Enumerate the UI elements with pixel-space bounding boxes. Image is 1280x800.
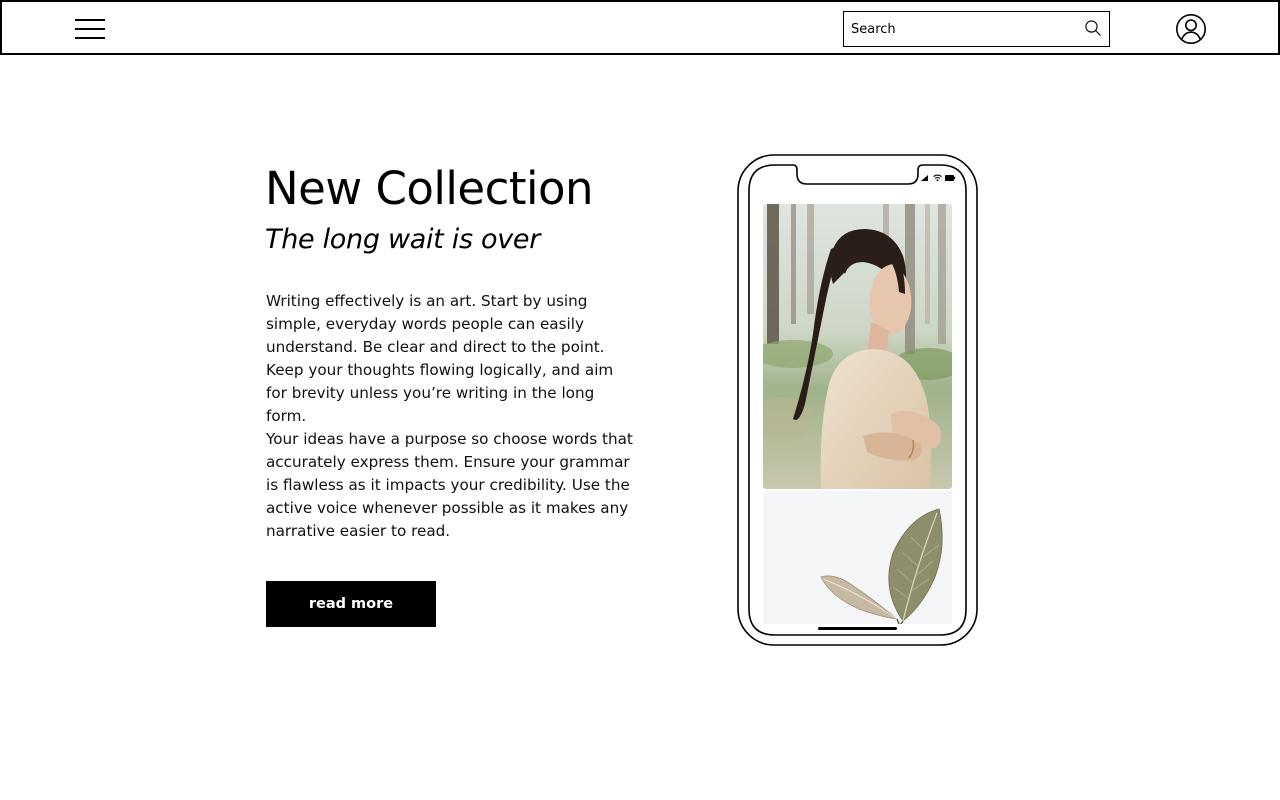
hero-title: New Collection [265, 162, 594, 215]
hero-paragraph-2: Your ideas have a purpose so choose word… [266, 430, 633, 540]
phone-screen [763, 204, 952, 624]
dried-leaves-image [763, 491, 952, 624]
wifi-icon [933, 174, 942, 182]
woman-portrait-image [763, 204, 952, 489]
dried-leaves-photo [763, 491, 952, 624]
hero-paragraph-1: Writing effectively is an art. Start by … [266, 292, 614, 425]
status-bar [921, 174, 956, 182]
battery-icon [945, 175, 956, 181]
top-navigation-bar [0, 0, 1280, 55]
read-more-button[interactable]: read more [266, 581, 436, 627]
phone-mockup [737, 154, 978, 646]
menu-line [75, 28, 105, 30]
search-input[interactable] [851, 19, 1076, 39]
hamburger-menu-icon[interactable] [74, 18, 106, 42]
hero-subtitle: The long wait is over [265, 224, 541, 255]
menu-line [75, 19, 105, 21]
search-icon[interactable] [1084, 19, 1102, 37]
search-box [843, 11, 1110, 47]
user-account-icon[interactable] [1175, 13, 1207, 45]
menu-line [75, 37, 105, 39]
woman-portrait-photo [763, 204, 952, 489]
cellular-signal-icon [921, 175, 928, 181]
